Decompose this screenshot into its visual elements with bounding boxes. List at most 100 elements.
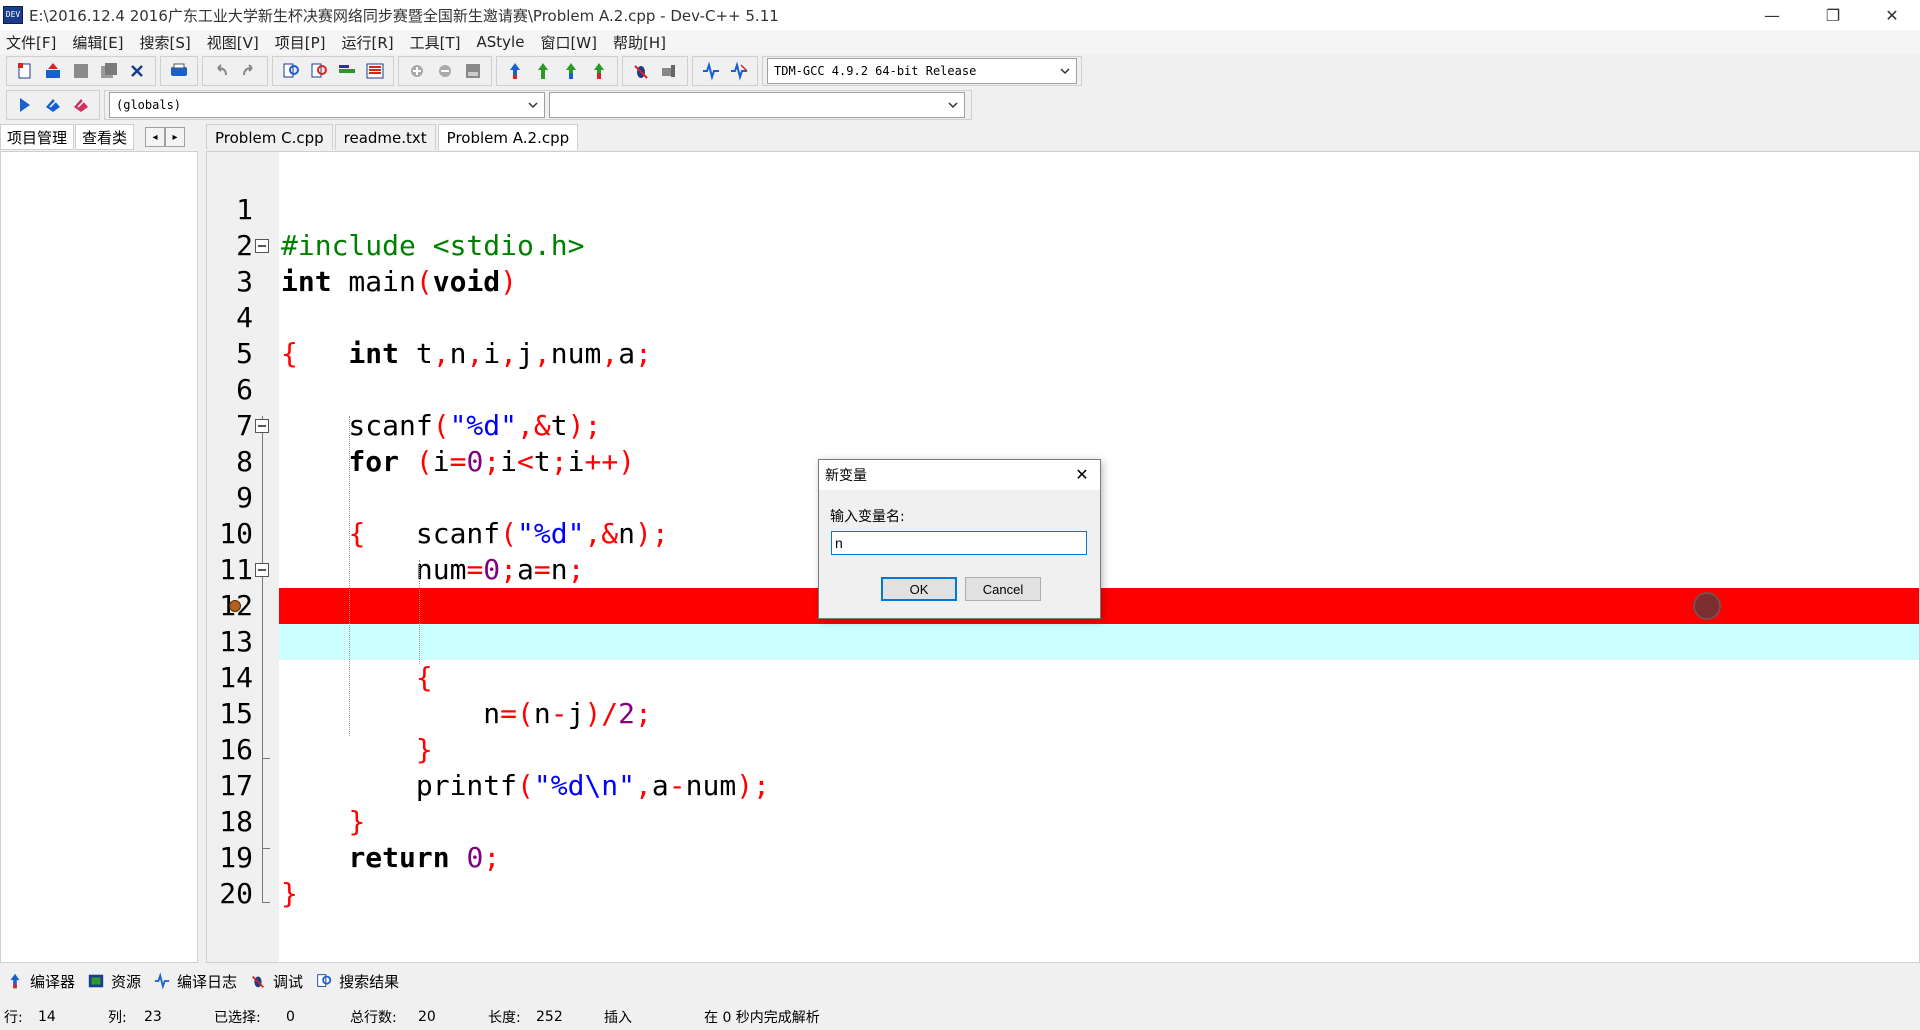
status-col-value: 23 <box>144 1009 162 1025</box>
status-bar: 行: 14 列: 23 已选择: 0 总行数: 20 长度: 252 插入 在 … <box>0 1004 1920 1030</box>
profile-toolbar-group <box>692 56 758 86</box>
menu-tools[interactable]: 工具[T] <box>410 32 461 53</box>
tab-compile-log[interactable]: 编译日志 <box>153 971 237 992</box>
replace-icon[interactable] <box>306 58 332 84</box>
restore-button[interactable]: ❐ <box>1805 0 1861 30</box>
menu-astyle[interactable]: AStyle <box>477 33 525 51</box>
scope-select-value: (globals) <box>116 98 182 112</box>
menu-help[interactable]: 帮助[H] <box>613 32 666 53</box>
fold-toggle-icon[interactable] <box>255 563 269 577</box>
stop-execution-icon[interactable] <box>656 58 682 84</box>
member-select[interactable] <box>549 92 965 118</box>
undo-icon[interactable] <box>208 58 234 84</box>
fold-toggle-icon[interactable] <box>255 239 269 253</box>
tab-compiler[interactable]: 编译器 <box>6 971 75 992</box>
code-line: 4 int t,n,i,j,num,a; <box>207 264 1919 370</box>
title-bar: DEV E:\2016.12.4 2016广东工业大学新生杯决赛网络同步赛暨全国… <box>0 0 1920 30</box>
chevron-down-icon <box>948 102 958 109</box>
goto-line-icon[interactable] <box>334 58 360 84</box>
breakpoint-icon[interactable] <box>229 600 241 612</box>
new-file-icon[interactable] <box>12 58 38 84</box>
status-parse-message: 在 0 秒内完成解析 <box>704 1010 820 1026</box>
close-file-icon[interactable] <box>124 58 150 84</box>
class-toolbar: (globals) <box>0 88 1920 122</box>
tab-resources[interactable]: 资源 <box>87 971 141 992</box>
menu-project[interactable]: 项目[P] <box>275 32 326 53</box>
bookmark-icon[interactable] <box>362 58 388 84</box>
menu-view[interactable]: 视图[V] <box>207 32 259 53</box>
tab-problem-a2[interactable]: Problem A.2.cpp <box>437 124 579 150</box>
profile-icon[interactable] <box>698 58 724 84</box>
add-to-project-icon[interactable] <box>404 58 430 84</box>
bottom-panel-tabs: 编译器 资源 编译日志 调试 搜索结果 <box>0 968 411 994</box>
editor-tabs: Problem C.cpp readme.txt Problem A.2.cpp <box>206 124 580 150</box>
code-line: 2 int main(void) <box>207 192 1919 298</box>
print-icon[interactable] <box>166 58 192 84</box>
ok-button[interactable]: OK <box>881 577 957 601</box>
code-line: 1 #include <stdio.h> <box>207 156 1919 262</box>
rebuild-all-icon[interactable] <box>586 58 612 84</box>
compile-icon[interactable] <box>502 58 528 84</box>
chevron-down-icon <box>528 102 538 109</box>
debug-icon[interactable] <box>628 58 654 84</box>
menu-search[interactable]: 搜索[S] <box>140 32 191 53</box>
compile-run-icon[interactable] <box>558 58 584 84</box>
status-selected-label: 已选择: <box>214 1010 261 1026</box>
save-icon[interactable] <box>68 58 94 84</box>
print-toolbar-group <box>160 56 198 86</box>
minimize-button[interactable]: — <box>1744 0 1800 30</box>
tab-next-button[interactable]: ▸ <box>165 127 186 147</box>
run-icon[interactable] <box>530 58 556 84</box>
tab-class-browser[interactable]: 查看类 <box>75 124 135 150</box>
tab-prev-button[interactable]: ◂ <box>145 127 166 147</box>
resources-icon <box>88 974 104 988</box>
remove-from-project-icon[interactable] <box>432 58 458 84</box>
code-line: 15 } <box>207 660 1919 766</box>
tab-problem-c[interactable]: Problem C.cpp <box>206 124 333 150</box>
dialog-close-icon[interactable]: ✕ <box>1072 464 1092 484</box>
status-col-label: 列: <box>108 1010 127 1026</box>
tab-project-manager[interactable]: 项目管理 <box>0 124 75 150</box>
goto-definition-icon[interactable] <box>40 92 66 118</box>
tab-search-results[interactable]: 搜索结果 <box>315 971 399 992</box>
redo-icon[interactable] <box>236 58 262 84</box>
status-lines-value: 20 <box>418 1009 436 1025</box>
close-button[interactable]: ✕ <box>1864 0 1920 30</box>
undo-toolbar-group <box>202 56 268 86</box>
status-length-value: 252 <box>536 1009 563 1025</box>
scope-select[interactable]: (globals) <box>109 92 545 118</box>
variable-name-input[interactable]: n <box>831 531 1087 555</box>
compiler-toolbar-group: TDM-GCC 4.9.2 64-bit Release <box>762 56 1082 86</box>
status-length-label: 长度: <box>488 1010 521 1026</box>
compiler-select[interactable]: TDM-GCC 4.9.2 64-bit Release <box>767 58 1077 84</box>
new-variable-dialog: 新变量 ✕ 输入变量名: n OK Cancel <box>818 459 1101 619</box>
dialog-prompt-label: 输入变量名: <box>830 509 905 525</box>
class-nav-group <box>6 90 100 120</box>
code-line: 19 } <box>207 804 1919 910</box>
insert-code-icon[interactable] <box>68 92 94 118</box>
cancel-button[interactable]: Cancel <box>965 577 1041 601</box>
goto-declaration-icon[interactable] <box>12 92 38 118</box>
find-icon[interactable] <box>278 58 304 84</box>
search-results-icon <box>317 974 332 987</box>
line-number: 20 <box>219 877 253 910</box>
status-insert-mode: 插入 <box>604 1010 632 1026</box>
fold-toggle-icon[interactable] <box>255 419 269 433</box>
menu-run[interactable]: 运行[R] <box>341 32 393 53</box>
open-file-icon[interactable] <box>40 58 66 84</box>
save-all-icon[interactable] <box>96 58 122 84</box>
debug-icon <box>252 975 265 988</box>
menu-edit[interactable]: 编辑[E] <box>72 32 123 53</box>
tab-label: 调试 <box>273 972 304 991</box>
menu-window[interactable]: 窗口[W] <box>540 32 597 53</box>
tab-debug[interactable]: 调试 <box>249 971 303 992</box>
code-line: 18 return 0; <box>207 768 1919 874</box>
tab-label: 搜索结果 <box>339 972 400 991</box>
code-line: 6 scanf("%d",&t); <box>207 336 1919 442</box>
search-toolbar-group <box>272 56 394 86</box>
menu-file[interactable]: 文件[F] <box>6 32 56 53</box>
tab-readme[interactable]: readme.txt <box>334 124 436 150</box>
project-options-icon[interactable] <box>460 58 486 84</box>
compile-toolbar-group <box>496 56 618 86</box>
profile-delete-icon[interactable] <box>726 58 752 84</box>
